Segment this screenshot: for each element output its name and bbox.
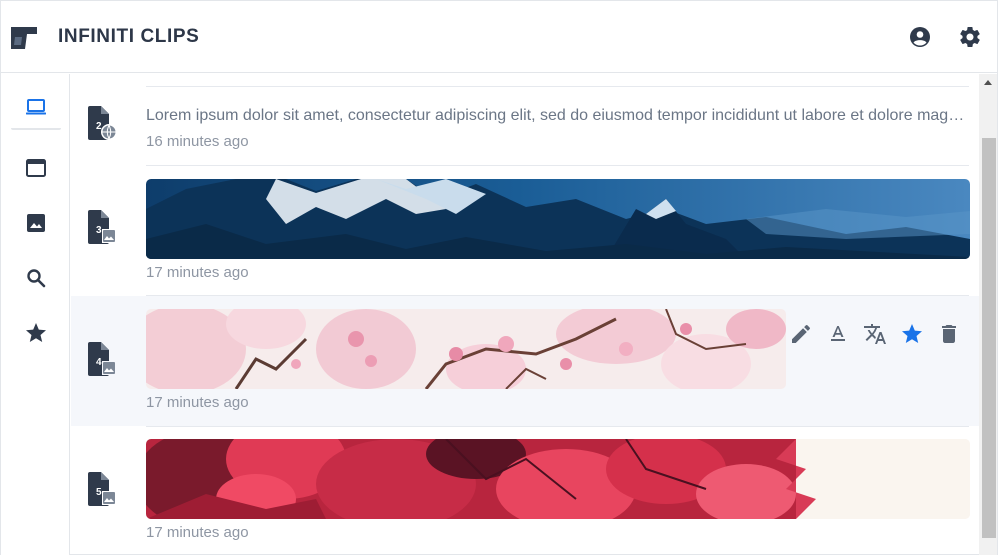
clip-image-red-leaves (146, 439, 970, 519)
sidebar (1, 74, 70, 555)
divider (146, 86, 969, 87)
scrollbar[interactable] (979, 74, 997, 555)
gear-icon[interactable] (958, 25, 982, 49)
search-icon (27, 269, 46, 288)
clip-item[interactable]: 3 17 minutes ago (71, 170, 979, 295)
sidebar-item-image-clips[interactable] (11, 201, 61, 245)
file-icon: 4 (87, 342, 117, 378)
text-format-icon[interactable] (826, 322, 850, 346)
account-circle-icon[interactable] (908, 25, 932, 49)
clip-image-mountains (146, 179, 970, 259)
star-icon[interactable] (900, 322, 924, 346)
clip-text: Lorem ipsum dolor sit amet, consectetur … (146, 107, 971, 124)
clip-number: 5 (96, 487, 102, 498)
sidebar-item-window-clips[interactable] (11, 146, 61, 190)
translate-icon[interactable] (863, 322, 887, 346)
app-title: INFINITI CLIPS (58, 26, 200, 47)
scroll-up-arrow-icon[interactable] (984, 80, 992, 85)
clip-time: 17 minutes ago (146, 264, 249, 281)
clip-number: 2 (96, 121, 102, 132)
pencil-icon[interactable] (789, 322, 813, 346)
sidebar-item-favorites[interactable] (11, 311, 61, 355)
app-window: INFINITI CLIPS 2 Lorem ipsum dolor sit a… (0, 0, 998, 555)
clip-number: 3 (96, 225, 102, 236)
clip-time: 16 minutes ago (146, 133, 249, 150)
laptop-icon (26, 99, 46, 115)
file-icon: 2 (87, 106, 117, 142)
file-icon: 3 (87, 210, 117, 246)
clip-number: 4 (96, 357, 102, 368)
star-icon (26, 323, 46, 342)
clips-list: 2 Lorem ipsum dolor sit amet, consectetu… (71, 74, 979, 555)
image-icon (27, 214, 45, 232)
window-icon (26, 159, 46, 177)
clip-actions (789, 320, 961, 348)
file-icon: 5 (87, 472, 117, 508)
sidebar-item-search[interactable] (11, 256, 61, 300)
scroll-thumb[interactable] (982, 138, 996, 538)
clip-time: 17 minutes ago (146, 394, 249, 411)
clip-item[interactable]: 4 17 minutes ago (71, 296, 979, 426)
sidebar-item-all-clips[interactable] (11, 86, 61, 130)
app-logo (11, 27, 37, 49)
clip-image-cherry-blossoms (146, 309, 786, 389)
divider (146, 165, 969, 166)
clip-time: 17 minutes ago (146, 524, 249, 541)
trash-icon[interactable] (937, 322, 961, 346)
header: INFINITI CLIPS (1, 1, 997, 73)
clip-item[interactable]: 2 Lorem ipsum dolor sit amet, consectetu… (71, 88, 979, 166)
clip-item[interactable]: 5 17 minutes ago (71, 430, 979, 555)
divider (146, 426, 969, 427)
